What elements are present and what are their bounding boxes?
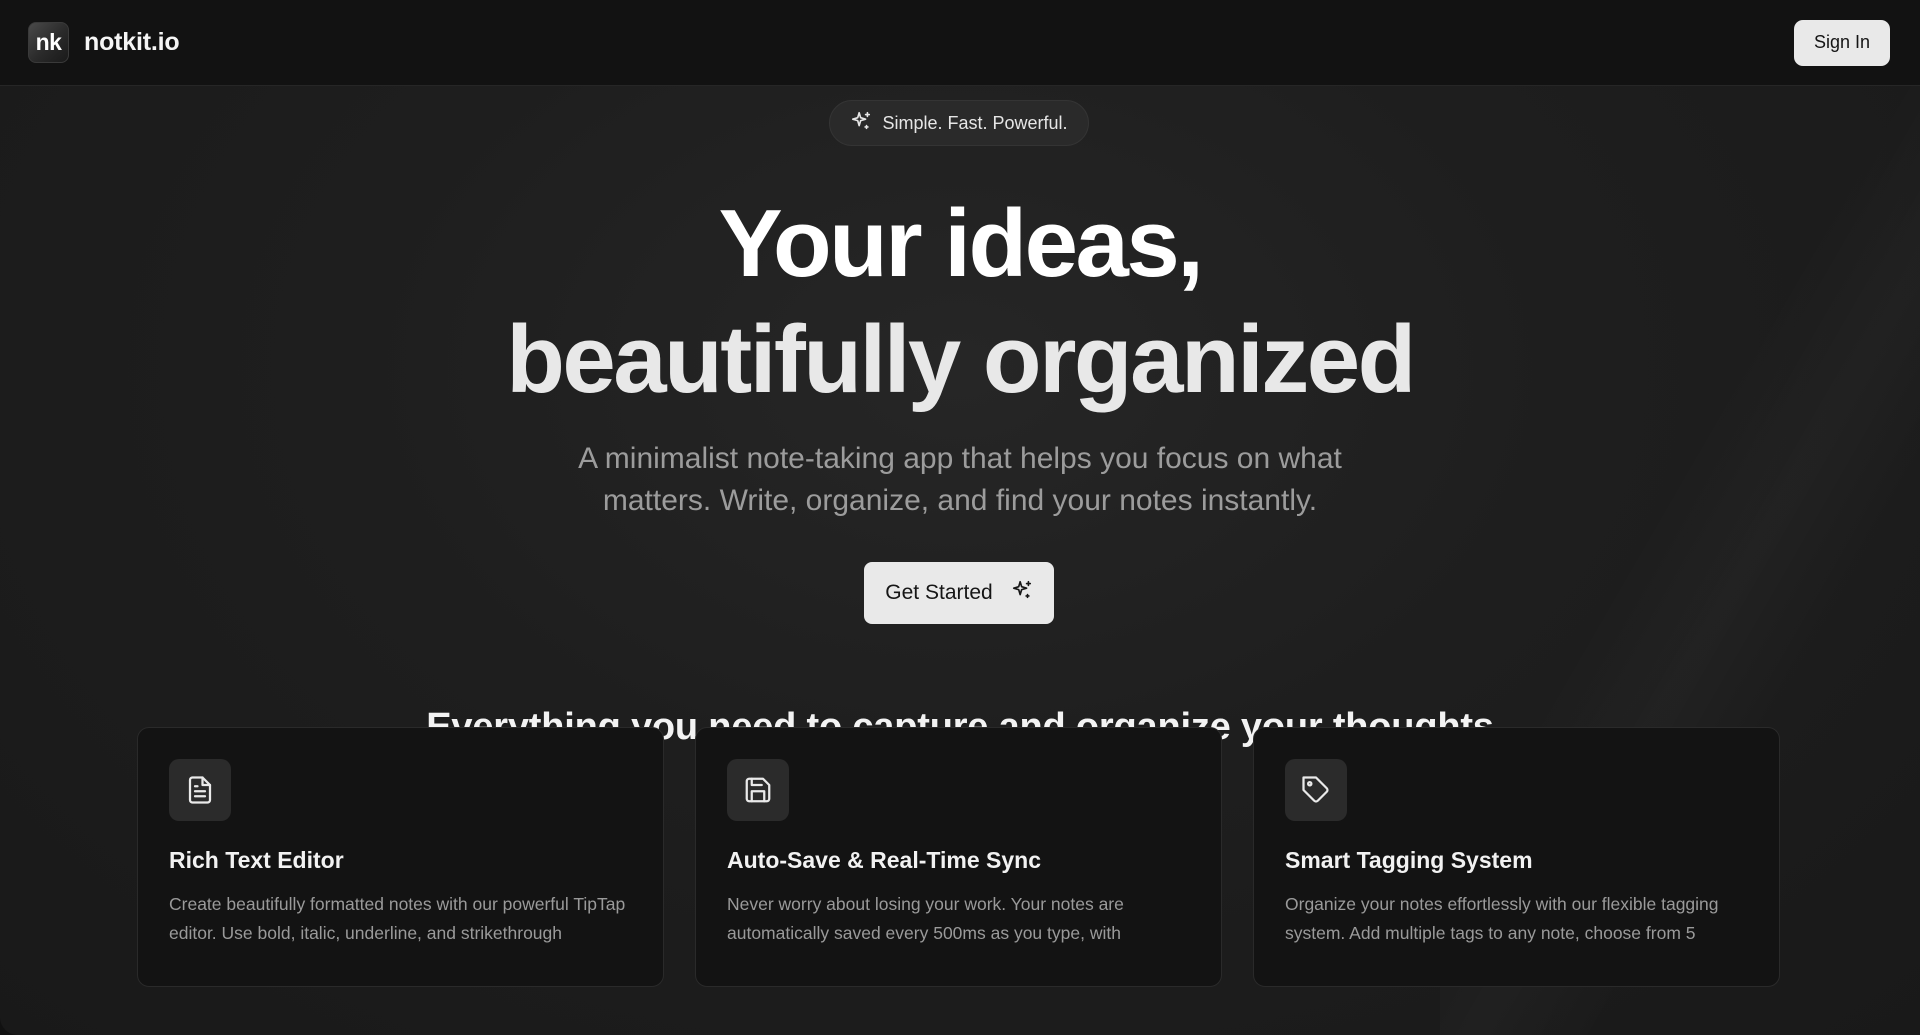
brand[interactable]: nk notkit.io bbox=[28, 22, 180, 63]
get-started-button[interactable]: Get Started bbox=[864, 562, 1054, 624]
get-started-label: Get Started bbox=[885, 581, 993, 604]
headline-line-2: beautifully organized bbox=[506, 306, 1416, 413]
hero-headline: Your ideas, beautifully organized bbox=[0, 186, 1920, 418]
feature-description: Never worry about losing your work. Your… bbox=[727, 894, 1124, 943]
sparkles-icon bbox=[850, 110, 872, 137]
hero-subtitle: A minimalist note-taking app that helps … bbox=[578, 442, 1342, 517]
feature-description: Create beautifully formatted notes with … bbox=[169, 894, 626, 943]
save-icon bbox=[727, 759, 789, 821]
sign-in-button[interactable]: Sign In bbox=[1793, 19, 1890, 66]
sparkles-icon bbox=[1011, 579, 1033, 607]
tag-icon bbox=[1285, 759, 1347, 821]
landing-page: nk notkit.io Sign In Simple. Fast. Power… bbox=[0, 0, 1920, 1035]
tagline-pill: Simple. Fast. Powerful. bbox=[829, 100, 1089, 146]
logo: nk bbox=[28, 22, 69, 63]
feature-title: Rich Text Editor bbox=[169, 847, 344, 873]
feature-title: Auto-Save & Real-Time Sync bbox=[727, 847, 1042, 873]
brand-name: notkit.io bbox=[84, 28, 180, 56]
feature-card-auto-save: Auto-Save & Real-Time Sync Never worry a… bbox=[695, 727, 1222, 987]
top-nav: nk notkit.io Sign In bbox=[0, 0, 1920, 86]
tagline-text: Simple. Fast. Powerful. bbox=[882, 112, 1068, 133]
feature-card-tagging: Smart Tagging System Organize your notes… bbox=[1253, 727, 1780, 987]
feature-cards: Rich Text Editor Create beautifully form… bbox=[137, 727, 1781, 987]
file-text-icon bbox=[169, 759, 231, 821]
feature-title: Smart Tagging System bbox=[1285, 847, 1533, 873]
feature-description: Organize your notes effortlessly with ou… bbox=[1285, 894, 1719, 943]
feature-card-rich-text: Rich Text Editor Create beautifully form… bbox=[137, 727, 664, 987]
headline-line-1: Your ideas, bbox=[718, 190, 1204, 297]
